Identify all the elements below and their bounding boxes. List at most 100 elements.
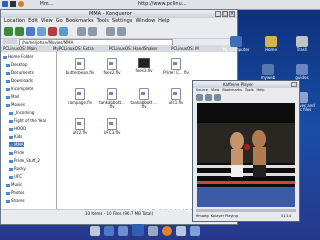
dock <box>90 220 230 240</box>
video-menu-item[interactable]: Tools <box>245 88 254 92</box>
tree-item[interactable]: Fight of the Year <box>9 118 46 123</box>
panel-url[interactable]: http://www.pclinu... <box>138 1 187 7</box>
video-menu-item[interactable]: Help <box>257 88 265 92</box>
dock-item-2-icon[interactable] <box>104 226 114 236</box>
menu-item[interactable]: View <box>41 18 53 24</box>
desktop-icon-label: Trash <box>296 47 308 52</box>
back-icon[interactable] <box>4 27 13 36</box>
minimize-button[interactable]: _ <box>215 11 221 17</box>
bookmark-tab[interactable]: PCLinuxOS: Main <box>3 46 37 51</box>
file-item[interactable]: ufc1.flv <box>161 88 191 105</box>
file-item[interactable]: UFC3.flv <box>97 118 127 135</box>
tree-item-label: Home Folder <box>8 54 34 59</box>
tree-item[interactable]: Movies <box>6 102 25 107</box>
bookmark-tab[interactable]: PCLinuxOS: HandShaker <box>109 46 158 51</box>
seek-slider[interactable] <box>196 209 296 212</box>
file-item[interactable]: foes2.flv <box>97 58 127 75</box>
menu-item[interactable]: Tools <box>97 18 109 24</box>
folder-icon <box>3 55 7 59</box>
folder-icon <box>6 183 10 187</box>
boxing-scene-image <box>197 103 295 207</box>
dock-item-3-icon[interactable] <box>118 226 128 236</box>
tree-item[interactable]: Desktop <box>6 62 28 67</box>
folder-icon <box>9 159 13 163</box>
bookmark-tab[interactable]: PCLinuxOS: M <box>171 46 199 51</box>
stop-icon[interactable] <box>48 27 57 36</box>
tree-item-label: UFC <box>14 174 23 179</box>
video-menu-item[interactable]: Bookmarks <box>222 88 242 92</box>
terminal-icon[interactable] <box>10 1 16 7</box>
file-item[interactable]: Pride! C... flv <box>161 58 191 75</box>
tree-item[interactable]: Home Folder <box>3 54 33 59</box>
folder-icon <box>9 143 13 147</box>
tree-item[interactable]: Mail <box>6 94 19 99</box>
file-name: ufc1.flv <box>168 100 184 105</box>
video-close-button[interactable] <box>291 82 297 87</box>
tree-item[interactable]: Shares <box>6 198 25 203</box>
menu-item[interactable]: Help <box>158 18 169 24</box>
file-item[interactable]: foes3.flv <box>129 58 159 73</box>
browser-icon[interactable] <box>18 1 24 7</box>
folder-icon <box>9 119 13 123</box>
tree-item[interactable]: UFC <box>9 174 22 179</box>
konqueror-dock-icon[interactable] <box>132 224 144 236</box>
file-item[interactable]: tankabbott ... flv <box>129 88 159 109</box>
bookmark-tab[interactable]: MyPCLinuxOS: Extra <box>53 46 94 51</box>
dock-item-1-icon[interactable] <box>90 226 100 236</box>
tree-item[interactable]: _Incoming <box>9 110 34 115</box>
video-player-window: Kaffeine Player Source View Bookmarks Tools… <box>192 80 300 222</box>
video-menu-item[interactable]: Source <box>196 88 208 92</box>
tree-item[interactable]: Rocky <box>9 166 26 171</box>
dock-item-7-icon[interactable] <box>176 226 186 236</box>
konqueror-titlebar[interactable]: MMA - Konqueror _ □ × <box>1 10 237 18</box>
playlist-icon[interactable] <box>205 94 212 101</box>
video-menu-item[interactable]: View <box>211 88 219 92</box>
up-icon[interactable] <box>26 27 35 36</box>
tree-item[interactable]: Downloads <box>6 78 33 83</box>
list-view-icon[interactable] <box>117 27 126 36</box>
icon-view-icon[interactable] <box>106 27 115 36</box>
menu-item[interactable]: Window <box>135 18 155 24</box>
menu-item[interactable]: Location <box>4 18 25 24</box>
firefox-icon[interactable] <box>162 226 172 236</box>
file-item[interactable]: ufc2.flv <box>65 118 95 135</box>
tree-item[interactable]: Pride_Stuff_2 <box>9 158 40 163</box>
dock-item-5-icon[interactable] <box>148 226 158 236</box>
menu-item[interactable]: Settings <box>112 18 133 24</box>
dock-item-8-icon[interactable] <box>190 226 200 236</box>
tree-item[interactable]: Photos <box>6 190 25 195</box>
close-button[interactable]: × <box>229 11 235 17</box>
tree-item[interactable]: MMA <box>9 142 24 147</box>
fullscreen-icon[interactable] <box>214 94 221 101</box>
desktop-icon[interactable]: myweb <box>253 64 283 80</box>
file-item[interactable]: butterbean.flv <box>65 58 95 75</box>
tree-item[interactable]: HOOD <box>9 126 26 131</box>
menu-item[interactable]: Edit <box>28 18 38 24</box>
tree-item[interactable]: Incomplete <box>6 86 33 91</box>
desktop-icon[interactable]: Home <box>256 36 286 52</box>
menu-item[interactable]: Go <box>56 18 63 24</box>
file-item[interactable]: rampage.flv <box>65 88 95 105</box>
open-file-icon[interactable] <box>196 94 203 101</box>
video-titlebar[interactable]: Kaffeine Player <box>193 81 299 88</box>
tree-item[interactable]: Kids <box>9 134 22 139</box>
kmenu-icon[interactable] <box>2 1 8 7</box>
desktop-icon[interactable]: My Computer <box>221 36 251 52</box>
desktop-icon[interactable]: guides <box>287 64 317 80</box>
tree-item[interactable]: Documents <box>6 70 34 75</box>
home-icon[interactable] <box>37 27 46 36</box>
video-frame[interactable] <box>197 103 295 207</box>
reload-icon[interactable] <box>59 27 68 36</box>
menu-item[interactable]: Bookmarks <box>66 18 94 24</box>
forward-icon[interactable] <box>15 27 24 36</box>
maximize-button[interactable]: □ <box>222 11 228 17</box>
zoom-out-icon[interactable] <box>88 27 97 36</box>
file-item[interactable]: tankabbott... flv <box>97 88 127 109</box>
tree-item[interactable]: Music <box>6 182 22 187</box>
video-file-icon <box>75 88 85 100</box>
video-time: 01:14 <box>281 214 292 218</box>
zoom-in-icon[interactable] <box>77 27 86 36</box>
tree-item[interactable]: Pride <box>9 150 24 155</box>
desktop-item-icon <box>265 36 277 47</box>
desktop-icon[interactable]: Trash <box>287 36 317 52</box>
